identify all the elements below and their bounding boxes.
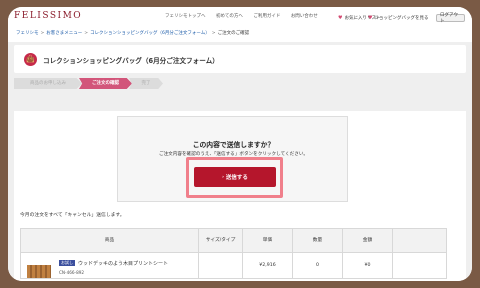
step-complete: 完了 <box>129 78 163 89</box>
price-cell: ¥2,916 <box>242 252 293 279</box>
shopping-bag-label: ショッピングバッグを見る <box>374 15 429 21</box>
product-name[interactable]: ウッドデッキのよう木目プリントシート <box>78 260 168 267</box>
product-cell: お試し ウッドデッキのよう木目プリントシート CN-466-892 <box>20 252 199 279</box>
top-links: フェリシモトップへ 初めての方へ ご利用ガイド お問い合わせ <box>165 13 327 19</box>
extra-cell <box>392 252 447 279</box>
breadcrumb-separator: > <box>84 31 89 36</box>
breadcrumb-separator: > <box>211 31 216 36</box>
col-header-extra <box>392 228 447 253</box>
top-link-contact[interactable]: お問い合わせ <box>291 14 318 19</box>
step-confirm: ご注文の確認 <box>79 78 132 89</box>
site-logo[interactable]: FELISSIMO <box>14 11 82 21</box>
col-header-qty: 数量 <box>292 228 343 253</box>
col-header-amount: 金額 <box>342 228 393 253</box>
top-link-first-time[interactable]: 初めての方へ <box>216 14 243 19</box>
send-button-label: 送信する <box>225 175 248 181</box>
top-link-guide[interactable]: ご利用ガイド <box>253 14 280 19</box>
trial-badge: お試し <box>59 260 75 266</box>
table-header-row: 商品 サイズ/タイプ 単価 数量 金額 <box>20 228 447 253</box>
confirm-question: この内容で送信しますか？ <box>192 141 275 149</box>
heart-icon: ♥ <box>338 14 343 21</box>
bag-heart-icon: ♥ <box>368 14 373 21</box>
shopping-bag-icon: 👜 <box>24 53 37 66</box>
breadcrumb: フェリシモ > お客さまメニュー > コレクションショッピングバッグ（6月分ご注文フォー… <box>16 30 249 36</box>
cancel-all-text: 今月の注文をすべて「キャンセル」送信します。 <box>20 213 125 218</box>
qty-cell: 0 <box>292 252 343 279</box>
col-header-size: サイズ/タイプ <box>198 228 243 253</box>
arrow-right-icon: › <box>222 174 224 180</box>
col-header-product: 商品 <box>20 228 199 253</box>
progress-steps: 商品のお申し込み ご注文の確認 完了 <box>14 78 163 89</box>
product-code: CN-466-892 <box>59 270 85 275</box>
page-title-box: 👜 コレクションショッピングバッグ（6月分ご注文フォーム） <box>14 45 466 73</box>
breadcrumb-item-felissimo[interactable]: フェリシモ <box>16 31 39 36</box>
page-title: コレクションショッピングバッグ（6月分ご注文フォーム） <box>43 57 219 65</box>
site-header: FELISSIMO フェリシモトップへ 初めての方へ ご利用ガイド お問い合わせ… <box>8 7 472 27</box>
amount-cell: ¥0 <box>342 252 393 279</box>
size-cell <box>198 252 243 279</box>
top-link-home[interactable]: フェリシモトップへ <box>165 14 206 19</box>
order-table: 商品 サイズ/タイプ 単価 数量 金額 お試し ウッドデッキのよう木目プリントシ… <box>20 228 447 279</box>
breadcrumb-item-menu[interactable]: お客さまメニュー <box>46 31 82 36</box>
breadcrumb-current: ご注文のご確認 <box>217 31 250 36</box>
send-button[interactable]: › 送信する <box>194 167 276 187</box>
product-thumbnail[interactable] <box>27 265 51 278</box>
table-row: お試し ウッドデッキのよう木目プリントシート CN-466-892 ¥2,916… <box>20 252 447 279</box>
shopping-bag-link[interactable]: ♥ ショッピングバッグを見る <box>365 13 431 22</box>
breadcrumb-item-bag[interactable]: コレクションショッピングバッグ（6月分ご注文フォーム） <box>90 31 210 36</box>
logout-button[interactable]: ログアウト <box>436 13 465 24</box>
breadcrumb-separator: > <box>40 31 45 36</box>
col-header-price: 単価 <box>242 228 293 253</box>
step-apply: 商品のお申し込み <box>14 78 82 89</box>
